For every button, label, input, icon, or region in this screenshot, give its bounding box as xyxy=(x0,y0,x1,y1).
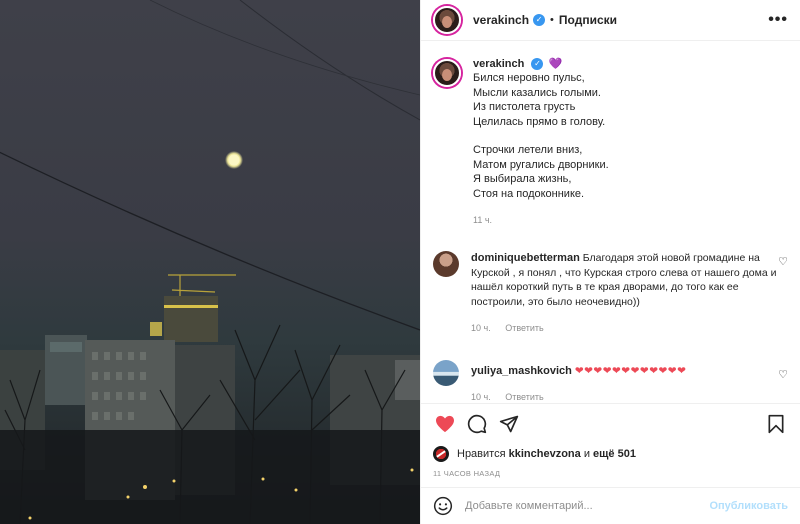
caption-author-avatar[interactable] xyxy=(433,59,461,87)
verified-badge-icon: ✓ xyxy=(533,14,546,26)
comment-item: yuliya_mashkovich ❤❤❤❤❤❤❤❤❤❤❤❤ 10 ч. Отв… xyxy=(433,359,788,404)
caption-line: Из пистолета грусть xyxy=(473,101,576,113)
publish-button[interactable]: Опубликовать xyxy=(709,500,788,512)
comments-scroll[interactable]: verakinch ✓ 💜 Бился неровно пульс, Мысли… xyxy=(421,41,800,403)
comment-time[interactable]: 10 ч. xyxy=(471,392,491,402)
likes-connector: и xyxy=(583,448,590,460)
comment-bubble-icon[interactable] xyxy=(465,412,489,436)
comment-meta: 10 ч. Ответить xyxy=(471,390,788,403)
author-username[interactable]: verakinch xyxy=(473,13,529,27)
author-avatar[interactable] xyxy=(433,6,461,34)
caption-meta: 11 ч. xyxy=(473,213,788,227)
post-timestamp[interactable]: 11 ЧАСОВ НАЗАД xyxy=(421,465,800,487)
caption-line: Матом ругались дворники. xyxy=(473,158,609,171)
caption-username[interactable]: verakinch xyxy=(473,58,524,70)
verified-badge-icon: ✓ xyxy=(531,58,544,71)
caption-line: Строчки летели вниз, xyxy=(473,144,583,156)
post-details-panel: verakinch ✓ • Подписки ••• verakinch ✓ 💜… xyxy=(420,0,800,524)
bookmark-icon[interactable] xyxy=(764,412,788,436)
likes-summary: Нравится kkinchevzona и ещё 501 xyxy=(421,443,800,465)
smiley-icon[interactable] xyxy=(433,496,453,516)
comment-username[interactable]: yuliya_mashkovich xyxy=(471,365,572,377)
comment-like-icon[interactable]: ♡ xyxy=(778,255,788,268)
comment-body: dominiquebetterman Благодаря этой новой … xyxy=(471,251,788,336)
caption-body: verakinch ✓ 💜 Бился неровно пульс, Мысли… xyxy=(473,57,788,227)
action-bar xyxy=(421,403,800,443)
comment-meta: 10 ч. Ответить xyxy=(471,321,788,336)
reply-button[interactable]: Ответить xyxy=(505,392,543,402)
caption-time[interactable]: 11 ч. xyxy=(473,215,492,225)
likes-count-link[interactable]: ещё 501 xyxy=(593,448,636,460)
heart-filled-icon[interactable] xyxy=(433,412,457,436)
caption-line: Стоя на подоконнике. xyxy=(473,187,585,200)
caption: verakinch ✓ 💜 Бился неровно пульс, Мысли… xyxy=(433,57,788,227)
reply-button[interactable]: Ответить xyxy=(505,323,543,333)
purple-heart-emoji: 💜 xyxy=(548,58,563,70)
post-modal: verakinch ✓ • Подписки ••• verakinch ✓ 💜… xyxy=(0,0,800,524)
caption-line: Я выбирала жизнь, xyxy=(473,173,572,185)
comment-text: ❤❤❤❤❤❤❤❤❤❤❤❤ xyxy=(574,364,687,377)
caption-line: Целилась прямо в голову. xyxy=(473,115,606,128)
caption-line: Мысли казались голыми. xyxy=(473,86,601,99)
liker-avatar[interactable] xyxy=(433,446,449,462)
follow-status-button[interactable]: Подписки xyxy=(559,13,617,27)
post-photo[interactable] xyxy=(0,0,420,524)
comment-input[interactable] xyxy=(465,500,710,512)
comment-time[interactable]: 10 ч. xyxy=(471,323,491,333)
comment-body: yuliya_mashkovich ❤❤❤❤❤❤❤❤❤❤❤❤ 10 ч. Отв… xyxy=(471,360,788,404)
paper-plane-icon[interactable] xyxy=(497,412,521,436)
likes-prefix: Нравится xyxy=(457,448,506,460)
commenter-avatar[interactable] xyxy=(433,251,459,277)
comment-item: dominiquebetterman Благодаря этой новой … xyxy=(433,251,788,336)
post-header: verakinch ✓ • Подписки ••• xyxy=(421,0,800,41)
caption-line: Бился неровно пульс, xyxy=(473,72,585,84)
commenter-avatar[interactable] xyxy=(433,359,459,386)
comment-like-icon[interactable]: ♡ xyxy=(778,368,788,381)
more-options-icon[interactable]: ••• xyxy=(768,11,788,29)
liker-username[interactable]: kkinchevzona xyxy=(509,448,581,460)
night-city-moon-image xyxy=(0,0,420,524)
separator-dot: • xyxy=(550,14,554,26)
comment-username[interactable]: dominiquebetterman xyxy=(471,252,580,264)
add-comment-bar: Опубликовать xyxy=(421,487,800,524)
